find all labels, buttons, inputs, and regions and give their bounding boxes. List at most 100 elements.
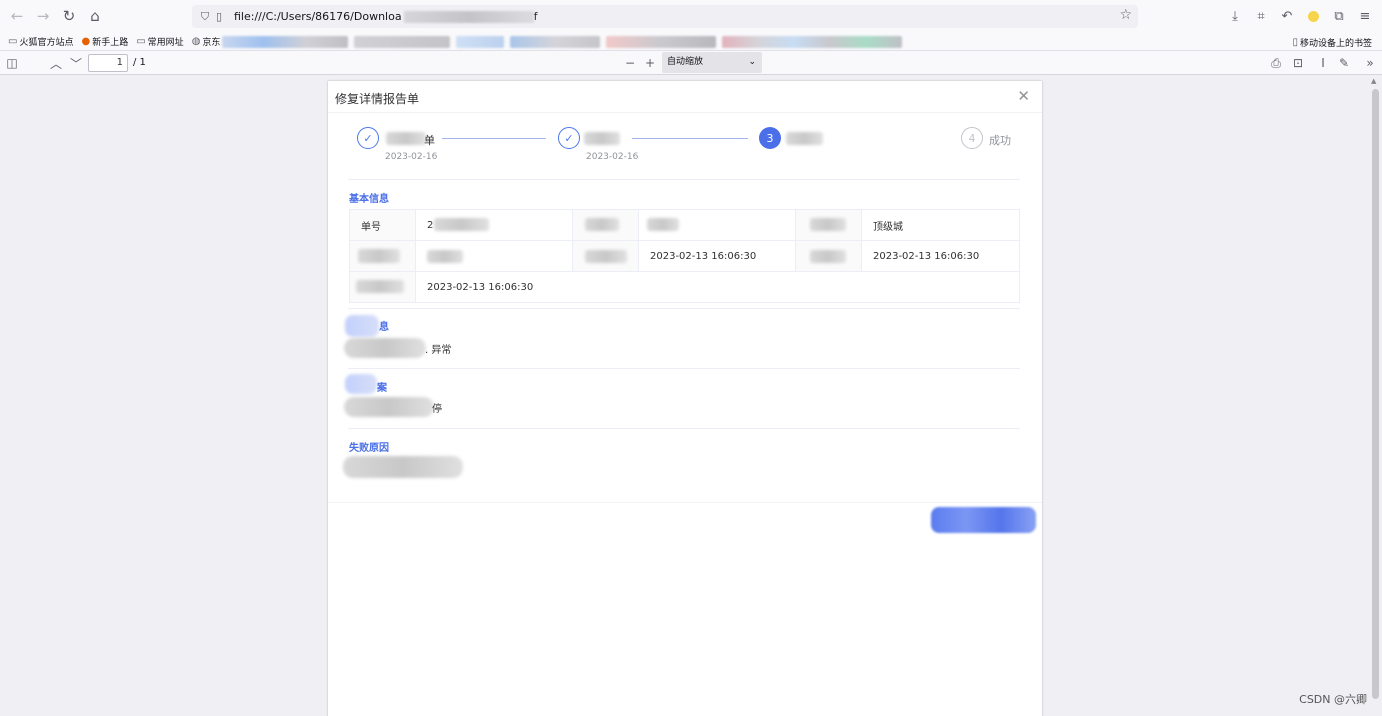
redacted-label: [810, 218, 846, 231]
save-icon[interactable]: ⊡: [1289, 54, 1307, 72]
draw-tool-icon[interactable]: ✎: [1335, 54, 1353, 72]
bookmark-item[interactable]: ▭ 常用网址: [136, 35, 183, 48]
table-cell: [638, 209, 796, 241]
url-tail: f: [533, 10, 538, 23]
redacted-value: [647, 218, 679, 231]
home-icon[interactable]: ⌂: [82, 3, 108, 29]
download-icon[interactable]: ⤓: [1224, 4, 1246, 28]
section-3-text-redacted: [344, 397, 434, 417]
table-cell: [572, 209, 639, 241]
bookmark-redacted: [354, 35, 451, 48]
redacted-label: [585, 218, 619, 231]
table-cell: [795, 209, 862, 241]
mobile-icon: ▯: [1292, 37, 1298, 48]
table-cell: [349, 240, 416, 272]
table-cell: [795, 240, 862, 272]
previous-page-icon[interactable]: ︿: [47, 54, 65, 72]
step-3-title-redacted: [786, 132, 823, 145]
redacted-label: [358, 249, 400, 263]
redacted-label: [585, 250, 627, 263]
mobile-bookmarks[interactable]: ▯ 移动设备上的书签: [1292, 36, 1372, 49]
url-bar[interactable]: ⛉ ▯ file:///C:/Users/86176/Downloa f ☆: [192, 5, 1138, 28]
bookmark-redacted: [510, 35, 601, 48]
bookmark-item[interactable]: ▭ 火狐官方站点: [8, 35, 73, 48]
section-3-text: 停: [432, 404, 442, 415]
table-cell: 2023-02-13 16:06:30: [415, 271, 1020, 303]
footer-divider: [328, 502, 1042, 503]
step-2-date: 2023-02-16: [586, 152, 639, 162]
section-2-text: . 异常: [425, 345, 452, 356]
table-row: 2023-02-13 16:06:30 2023-02-13 16:06:30: [349, 240, 1020, 272]
section-2-text-redacted: [344, 338, 426, 358]
step-2-check-icon: ✓: [558, 127, 580, 149]
print-icon[interactable]: ⎙: [1267, 54, 1285, 72]
section-2-title-redacted: [345, 315, 379, 337]
table-cell: 顶级城: [861, 209, 1020, 241]
table-row: 2023-02-13 16:06:30: [349, 271, 1020, 303]
failure-reason-redacted: [343, 456, 463, 478]
redacted-label: [810, 250, 846, 263]
step-1-check-icon: ✓: [357, 127, 379, 149]
table-cell: 2023-02-13 16:06:30: [861, 240, 1020, 272]
forward-arrow-icon[interactable]: →: [30, 3, 56, 29]
undo-icon[interactable]: ↶: [1276, 4, 1298, 28]
step-4-title: 成功: [989, 134, 1011, 147]
text-tool-icon[interactable]: I: [1314, 54, 1332, 72]
zoom-out-icon[interactable]: −: [621, 54, 639, 72]
redacted-value: [427, 250, 463, 263]
section-2-title: 息: [379, 322, 389, 333]
bookmark-item[interactable]: ● 新手上路: [81, 35, 128, 48]
toolbar-right: ⤓ ⌗ ↶ ⧉ ≡: [1224, 4, 1376, 28]
globe-icon: ◍: [191, 36, 201, 47]
next-page-icon[interactable]: ﹀: [67, 54, 85, 72]
sidebar-toggle-icon[interactable]: ◫: [3, 54, 21, 72]
file-icon: ▯: [215, 10, 223, 23]
pdf-toolbar: ◫ ︿ ﹀ 1 / 1 − + 自动缩放 ⌄ ⎙ ⊡ I ✎ »: [0, 51, 1382, 75]
close-icon[interactable]: ✕: [1017, 87, 1030, 105]
bookmarks-bar: ▭ 火狐官方站点 ● 新手上路 ▭ 常用网址 ◍ 京东 ▯ 移动设备上的书签: [0, 33, 1382, 51]
primary-action-button[interactable]: [931, 507, 1036, 533]
menu-icon[interactable]: ≡: [1354, 4, 1376, 28]
redacted-label: [356, 280, 404, 293]
page-total: / 1: [133, 57, 146, 68]
divider: [348, 308, 1020, 309]
shield-icon: ⛉: [200, 9, 210, 23]
scroll-up-icon[interactable]: ▲: [1371, 77, 1376, 85]
section-3-title-redacted: [345, 374, 377, 394]
reload-icon[interactable]: ↻: [56, 3, 82, 29]
more-tools-icon[interactable]: »: [1361, 54, 1379, 72]
zoom-in-icon[interactable]: +: [641, 54, 659, 72]
table-row: 单号 2 顶级城: [349, 209, 1020, 241]
title-divider: [328, 112, 1042, 113]
info-table: 单号 2 顶级城 2023-02-13 16:06:30 2023-02-13 …: [349, 209, 1020, 303]
screenshot-icon[interactable]: ⌗: [1250, 4, 1272, 28]
section-3-title: 案: [377, 383, 387, 394]
extensions-icon[interactable]: ⧉: [1328, 4, 1350, 28]
back-arrow-icon[interactable]: ←: [4, 3, 30, 29]
table-cell: 2: [415, 209, 573, 241]
bookmark-star-icon[interactable]: ☆: [1119, 7, 1132, 23]
folder-icon: ▭: [8, 36, 18, 47]
divider: [348, 368, 1020, 369]
failure-reason-title: 失败原因: [349, 443, 389, 454]
bookmark-redacted: [222, 35, 349, 48]
watermark: CSDN @六卿: [1299, 693, 1367, 706]
basic-info-title: 基本信息: [349, 194, 389, 205]
pdf-page: 修复详情报告单 ✕ ✓ 单 2023-02-16 ✓ 2023-02-16 3 …: [328, 81, 1042, 716]
chevron-down-icon: ⌄: [748, 57, 756, 67]
table-cell: [572, 240, 639, 272]
step-1-title: 单: [424, 134, 435, 147]
browser-nav-bar: ← → ↻ ⌂ ⛉ ▯ file:///C:/Users/86176/Downl…: [0, 0, 1382, 33]
bookmark-redacted: [722, 35, 903, 48]
step-connector: [632, 138, 748, 139]
bookmark-item[interactable]: ◍ 京东: [192, 35, 221, 48]
page-number-input[interactable]: 1: [88, 54, 128, 72]
table-cell: 单号: [349, 209, 416, 241]
scrollbar[interactable]: ▲: [1369, 75, 1382, 716]
step-1-date: 2023-02-16: [385, 152, 438, 162]
scroll-thumb[interactable]: [1372, 89, 1379, 699]
dialog-title: 修复详情报告单: [335, 92, 420, 106]
zoom-select[interactable]: 自动缩放 ⌄: [662, 52, 762, 73]
extension-badge-icon[interactable]: [1302, 4, 1324, 28]
step-4-indicator: 4: [961, 127, 983, 149]
